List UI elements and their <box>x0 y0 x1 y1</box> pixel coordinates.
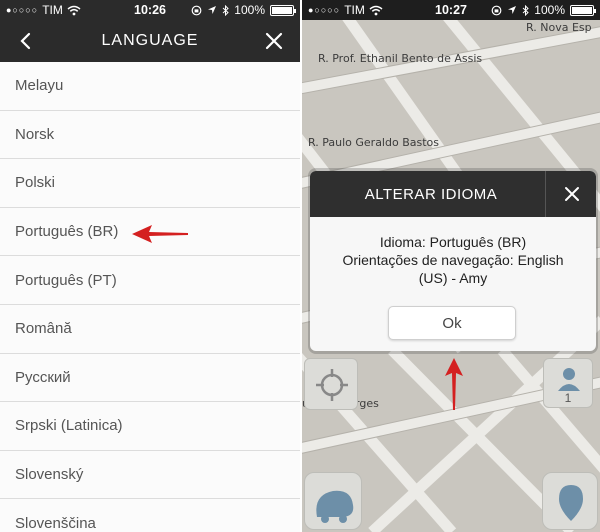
language-label: Slovenský <box>15 466 84 484</box>
language-list: Melayu Norsk Polski Português (BR) Portu… <box>0 62 300 532</box>
language-item[interactable]: Srpski (Latinica) <box>0 402 300 451</box>
language-item[interactable]: Norsk <box>0 110 300 160</box>
bluetooth-icon <box>522 4 530 16</box>
language-label: Slovenščina <box>15 514 96 532</box>
close-icon[interactable] <box>560 182 584 206</box>
battery-icon <box>570 4 596 16</box>
language-item[interactable]: Português (PT) <box>0 256 300 305</box>
rotation-lock-icon <box>491 5 502 15</box>
nav-bar: LANGUAGE <box>0 20 300 62</box>
status-bar: ●○○○○ TIM 10:26 100% <box>0 0 300 20</box>
dialog-title: ALTERAR IDIOMA <box>364 185 498 203</box>
user-count: 1 <box>564 391 572 405</box>
rotation-lock-icon <box>191 5 202 15</box>
chevron-left-icon[interactable] <box>14 29 38 53</box>
language-label: Srpski (Latinica) <box>15 417 123 435</box>
language-label: Română <box>15 320 72 338</box>
carrier-name: TIM <box>344 3 365 17</box>
language-item[interactable]: Melayu <box>0 62 300 111</box>
wifi-icon <box>369 5 383 15</box>
bluetooth-icon <box>222 4 230 16</box>
street-label: R. Prof. Ethanil Bento de Assis <box>318 52 483 65</box>
close-icon[interactable] <box>262 29 286 53</box>
street-label: R. Nova Esp <box>526 21 592 34</box>
signal-strength: ●○○○○ <box>308 5 341 15</box>
location-arrow-icon <box>208 6 217 14</box>
signal-strength: ●○○○○ <box>6 5 39 15</box>
status-bar: ●○○○○ TIM 10:27 100% <box>302 0 600 20</box>
page-title: LANGUAGE <box>101 32 199 49</box>
red-arrow-up-icon <box>445 358 463 410</box>
language-item[interactable]: Slovenský <box>0 450 300 500</box>
language-label: Português (PT) <box>15 271 117 289</box>
recenter-button[interactable] <box>304 358 358 410</box>
language-item[interactable]: Slovenščina <box>0 499 300 532</box>
dialog-header: ALTERAR IDIOMA <box>310 171 596 217</box>
dialog-header-separator <box>545 171 546 217</box>
menu-button[interactable] <box>304 472 362 530</box>
change-language-dialog: ALTERAR IDIOMA Idioma: Português (BR) Or… <box>310 171 596 351</box>
red-arrow-left-icon <box>132 225 188 243</box>
language-label: Polski <box>15 174 56 192</box>
crosshair-icon <box>316 369 348 401</box>
language-item[interactable]: Polski <box>0 159 300 208</box>
street-label: R. Paulo Geraldo Bastos <box>308 136 439 149</box>
language-item[interactable]: Русский <box>0 353 300 403</box>
ok-button[interactable]: Ok <box>388 306 516 340</box>
carrier-name: TIM <box>42 3 63 17</box>
language-label: Melayu <box>15 77 64 95</box>
language-label: Português (BR) <box>15 223 119 241</box>
report-button[interactable] <box>542 472 598 530</box>
battery-percent: 100% <box>234 3 265 17</box>
wazer-icon <box>316 490 354 523</box>
location-arrow-icon <box>508 6 517 14</box>
dialog-line-voice: (US) - Amy <box>418 270 488 286</box>
user-count-button[interactable]: 1 <box>543 358 593 408</box>
dialog-line-language: Idioma: Português (BR) <box>379 234 527 250</box>
dialog-message: Idioma: Português (BR) Orientações de na… <box>310 217 596 287</box>
language-item[interactable]: Română <box>0 304 300 354</box>
wifi-icon <box>67 5 81 15</box>
language-label: Русский <box>15 368 71 386</box>
map-screen: R. Nova Esp R. Prof. Ethanil Bento de As… <box>302 0 600 532</box>
battery-percent: 100% <box>534 3 565 17</box>
dialog-line-navigation: Orientações de navegação: English <box>342 252 564 268</box>
location-pin-icon <box>559 485 583 521</box>
battery-icon <box>270 4 296 16</box>
language-label: Norsk <box>15 125 55 143</box>
language-screen: ●○○○○ TIM 10:26 100% LANGUAGE Melayu Nor… <box>0 0 300 532</box>
